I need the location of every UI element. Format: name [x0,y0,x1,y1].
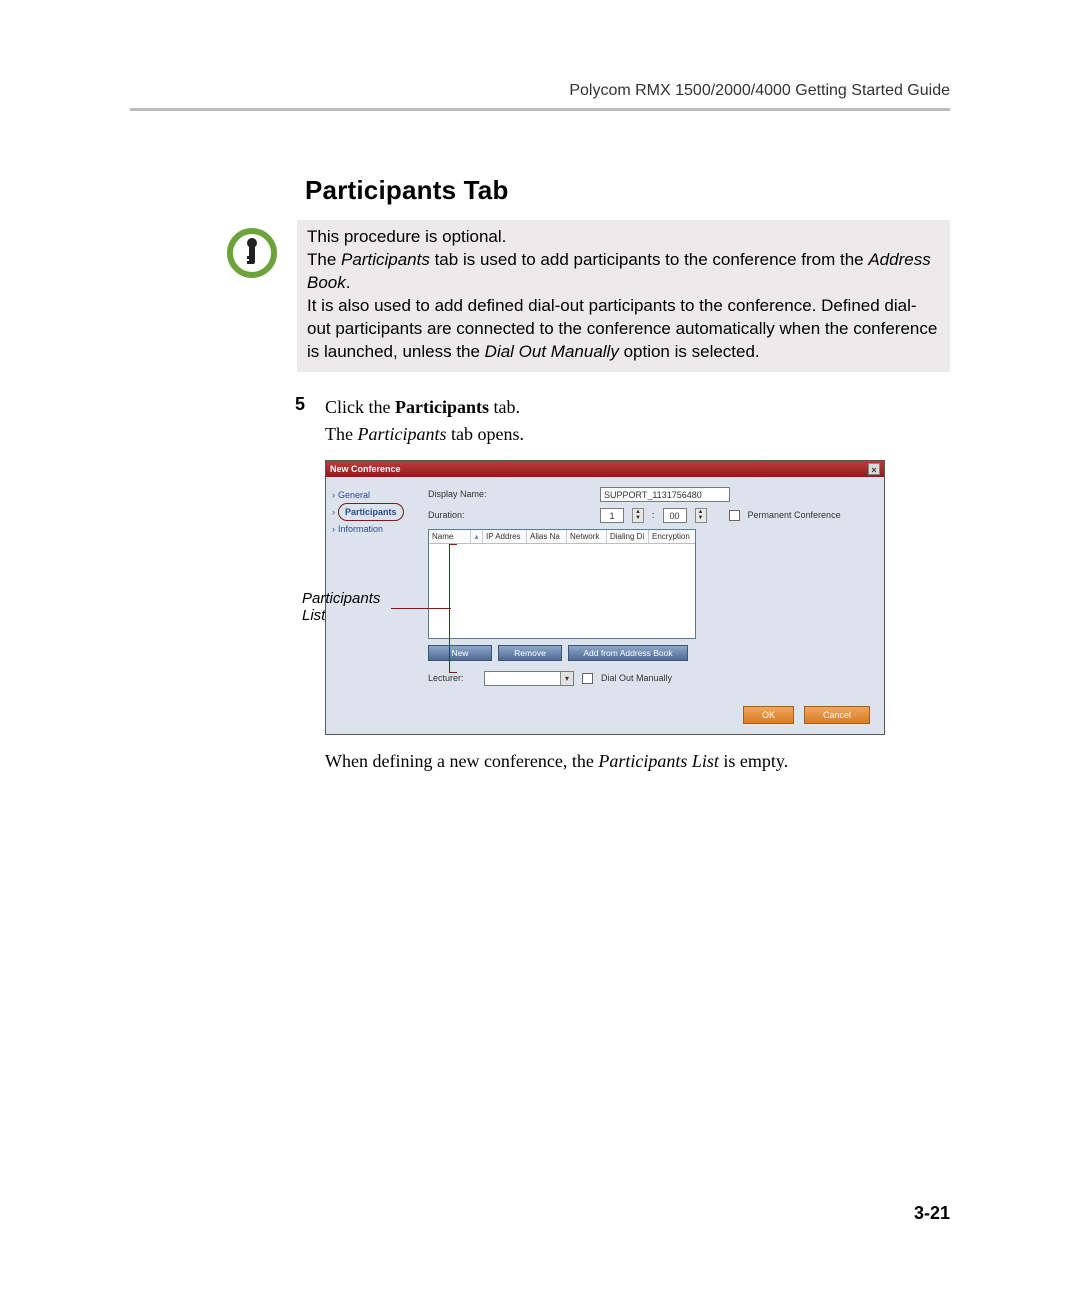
note-line2: The Participants tab is used to add part… [307,250,931,292]
t: The [325,424,357,444]
header-rule [130,108,950,111]
note-line3: It is also used to add defined dial-out … [307,296,937,361]
duration-row: Duration: 1 ▲▼ : 00 ▲▼ Permanent Confere… [428,508,870,523]
duration-label: Duration: [428,510,528,520]
dial-out-manually-label: Dial Out Manually [601,673,672,683]
ok-button[interactable]: OK [743,706,794,724]
step-number: 5 [295,394,325,448]
sidebar-item-general[interactable]: ›General [332,487,412,503]
step-body: Click the Participants tab. The Particip… [325,394,950,448]
t: When defining a new conference, the [325,751,598,771]
t: Participants [341,250,430,269]
col-dialing[interactable]: Dialing Di [607,530,649,543]
close-icon[interactable]: × [868,463,880,475]
display-name-input[interactable]: SUPPORT_1131756480 [600,487,730,502]
after-screenshot-text: When defining a new conference, the Part… [325,751,950,772]
note-text: This procedure is optional. The Particip… [297,220,950,372]
remove-button[interactable]: Remove [498,645,562,661]
t: Participants List [598,751,719,771]
display-name-row: Display Name: SUPPORT_1131756480 [428,487,870,502]
callout-line-h [391,608,451,609]
mins-stepper[interactable]: ▲▼ [695,508,707,523]
t: General [338,487,370,503]
t: The [307,250,341,269]
annotation-participants-list: Participants List [302,590,392,624]
lecturer-select[interactable]: ▾ [484,671,574,686]
dialog-footer: OK Cancel [326,696,884,734]
permanent-conference-label: Permanent Conference [748,510,841,520]
section-title: Participants Tab [305,175,950,206]
col-ip[interactable]: IP Addres [483,530,527,543]
page-number: 3-21 [914,1203,950,1224]
chevron-right-icon: › [332,487,335,503]
chevron-down-icon: ▾ [560,672,573,685]
duration-hours-input[interactable]: 1 [600,508,624,523]
t: Information [338,521,383,537]
dialog-body: ›General ›Participants ›Information Disp… [326,477,884,696]
callout-tick1 [449,544,457,545]
t: tab. [489,397,520,417]
key-note-icon [225,226,279,280]
note-block: This procedure is optional. The Particip… [225,220,950,372]
add-from-address-book-button[interactable]: Add from Address Book [568,645,688,661]
col-alias[interactable]: Alias Na [527,530,567,543]
participants-table[interactable]: Name ▴ IP Addres Alias Na Network Dialin… [428,529,696,639]
lecturer-label: Lecturer: [428,673,476,683]
sort-icon[interactable]: ▴ [471,530,483,543]
header-guide-title: Polycom RMX 1500/2000/4000 Getting Start… [130,0,950,108]
callout-tick2 [449,672,457,673]
duration-sep: : [652,510,655,520]
t: option is selected. [619,342,760,361]
new-button[interactable]: New [428,645,492,661]
t: Participants List [302,590,380,624]
dialog-main: Display Name: SUPPORT_1131756480 Duratio… [418,477,884,696]
callout-line-v [449,544,450,672]
circled-label: Participants [338,503,404,521]
sidebar-item-information[interactable]: ›Information [332,521,412,537]
col-encryption[interactable]: Encryption [649,530,695,543]
t: tab is used to add participants to the c… [430,250,868,269]
t: Click the [325,397,395,417]
table-buttons: New Remove Add from Address Book [428,645,870,661]
dialog-titlebar: New Conference × [326,461,884,477]
col-network[interactable]: Network [567,530,607,543]
t: tab opens. [446,424,523,444]
t: Participants [357,424,446,444]
cancel-button[interactable]: Cancel [804,706,870,724]
duration-mins-input[interactable]: 00 [663,508,687,523]
dialog-title: New Conference [330,464,401,474]
dialog-sidebar: ›General ›Participants ›Information [326,477,418,696]
t: Dial Out Manually [485,342,619,361]
dial-out-manually-checkbox[interactable] [582,673,593,684]
screenshot-new-conference: Participants List New Conference × ›Gene… [325,460,885,735]
t: is empty. [719,751,788,771]
chevron-right-icon: › [332,504,335,520]
t: Participants [395,397,489,417]
chevron-right-icon: › [332,521,335,537]
permanent-conference-checkbox[interactable] [729,510,740,521]
step-5: 5 Click the Participants tab. The Partic… [295,394,950,448]
hours-stepper[interactable]: ▲▼ [632,508,644,523]
t: . [346,273,351,292]
note-line1: This procedure is optional. [307,227,506,246]
table-header: Name ▴ IP Addres Alias Na Network Dialin… [429,530,695,544]
lecturer-row: Lecturer: ▾ Dial Out Manually [428,671,870,686]
dialog-window: New Conference × ›General ›Participants … [325,460,885,735]
col-name[interactable]: Name [429,530,471,543]
display-name-label: Display Name: [428,489,528,499]
sidebar-item-participants[interactable]: ›Participants [332,503,412,521]
